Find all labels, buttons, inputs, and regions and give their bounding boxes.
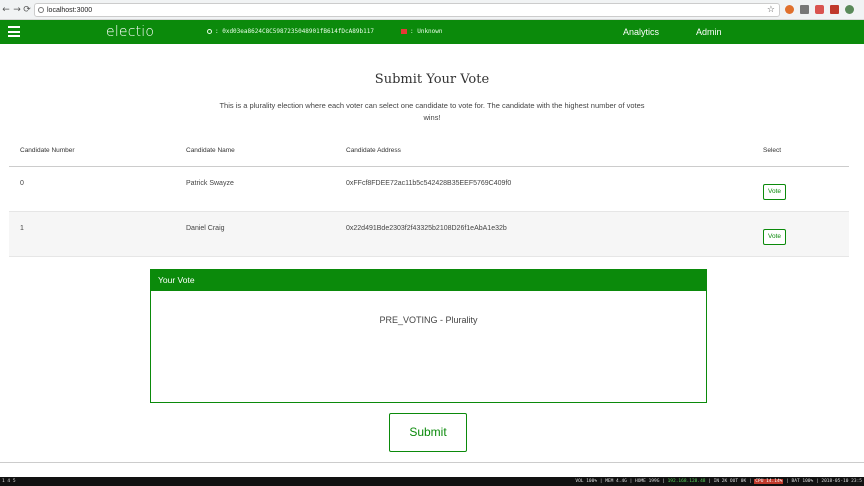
browser-toolbar: ← → ⟳ localhost:3000 ☆ xyxy=(0,0,864,20)
shield-icon[interactable] xyxy=(830,5,839,14)
volume-stat: VOL 100% xyxy=(575,479,598,484)
table-row: 0 Patrick Swayze 0xFFcf8FDEE72ac11b5c542… xyxy=(9,167,849,212)
battery-stat: BAT 100% xyxy=(791,479,814,484)
memory-stat: MEM 4.4G xyxy=(605,479,627,484)
nav-analytics[interactable]: Analytics xyxy=(623,25,659,39)
disk-stat: HOME 199G xyxy=(635,479,660,484)
nav-admin[interactable]: Admin xyxy=(696,25,722,39)
brave-icon[interactable] xyxy=(785,5,794,14)
table-header: Candidate Number Candidate Name Candidat… xyxy=(9,143,849,167)
extension-icon[interactable] xyxy=(815,5,824,14)
account-icon xyxy=(207,29,212,34)
ip-stat: 192.168.128.48 xyxy=(667,479,706,484)
vote-status: PRE_VOTING - Plurality xyxy=(379,315,478,325)
brand-logo[interactable]: electio xyxy=(106,23,154,41)
profile-icon[interactable] xyxy=(845,5,854,14)
bookmark-star-icon[interactable]: ☆ xyxy=(767,4,775,17)
info-icon[interactable] xyxy=(38,7,44,13)
candidate-name: Patrick Swayze xyxy=(186,180,234,187)
forward-icon[interactable]: → xyxy=(12,4,22,16)
page-description: This is a plurality election where each … xyxy=(219,101,645,122)
candidate-name: Daniel Craig xyxy=(186,225,225,232)
your-vote-panel: Your Vote PRE_VOTING - Plurality xyxy=(150,269,707,403)
candidate-address: 0x22d491Bde2303f2f43325b2108D26f1eAbA1e3… xyxy=(346,225,507,232)
network-flag-icon xyxy=(401,29,407,34)
candidate-table: Candidate Number Candidate Name Candidat… xyxy=(9,143,849,257)
reload-icon[interactable]: ⟳ xyxy=(22,4,32,16)
network-status: : Unknown xyxy=(410,28,443,35)
vote-button[interactable]: Vote xyxy=(763,184,786,200)
workspace-indicators[interactable]: 1 4 5 xyxy=(2,477,16,486)
account-address: : 0xd03ea8624C8C5987235048901fB614fDcA89… xyxy=(215,28,374,35)
header-candidate-address: Candidate Address xyxy=(346,147,401,154)
url-text: localhost:3000 xyxy=(47,7,93,14)
back-icon[interactable]: ← xyxy=(1,4,11,16)
datetime-stat: 2018-05-10 23:5 xyxy=(821,479,862,484)
divider xyxy=(0,462,864,463)
candidate-number: 1 xyxy=(20,225,24,232)
app-header: electio : 0xd03ea8624C8C5987235048901fB6… xyxy=(0,20,864,44)
system-stats: VOL 100% | MEM 4.4G | HOME 199G | 192.16… xyxy=(575,479,862,484)
header-candidate-name: Candidate Name xyxy=(186,147,235,154)
menu-icon[interactable] xyxy=(8,26,20,37)
header-select: Select xyxy=(763,147,782,154)
vote-button[interactable]: Vote xyxy=(763,229,786,245)
chat-icon[interactable] xyxy=(800,5,809,14)
address-bar[interactable]: localhost:3000 ☆ xyxy=(34,3,780,17)
candidate-address: 0xFFcf8FDEE72ac11b5c542428B35EEF5769C409… xyxy=(346,180,512,187)
header-candidate-number: Candidate Number xyxy=(20,147,75,154)
table-row: 1 Daniel Craig 0x22d491Bde2303f2f43325b2… xyxy=(9,212,849,257)
candidate-number: 0 xyxy=(20,180,24,187)
system-status-bar: 1 4 5 VOL 100% | MEM 4.4G | HOME 199G | … xyxy=(0,477,864,486)
account-info: : 0xd03ea8624C8C5987235048901fB614fDcA89… xyxy=(207,26,374,38)
submit-button[interactable]: Submit xyxy=(389,413,467,452)
cpu-stat: CPU 14.14% xyxy=(754,479,784,484)
page-title: Submit Your Vote xyxy=(374,72,490,87)
your-vote-heading: Your Vote xyxy=(151,270,706,291)
network-stat: IN 2K OUT 0K xyxy=(713,479,747,484)
network-info: : Unknown xyxy=(401,26,443,38)
